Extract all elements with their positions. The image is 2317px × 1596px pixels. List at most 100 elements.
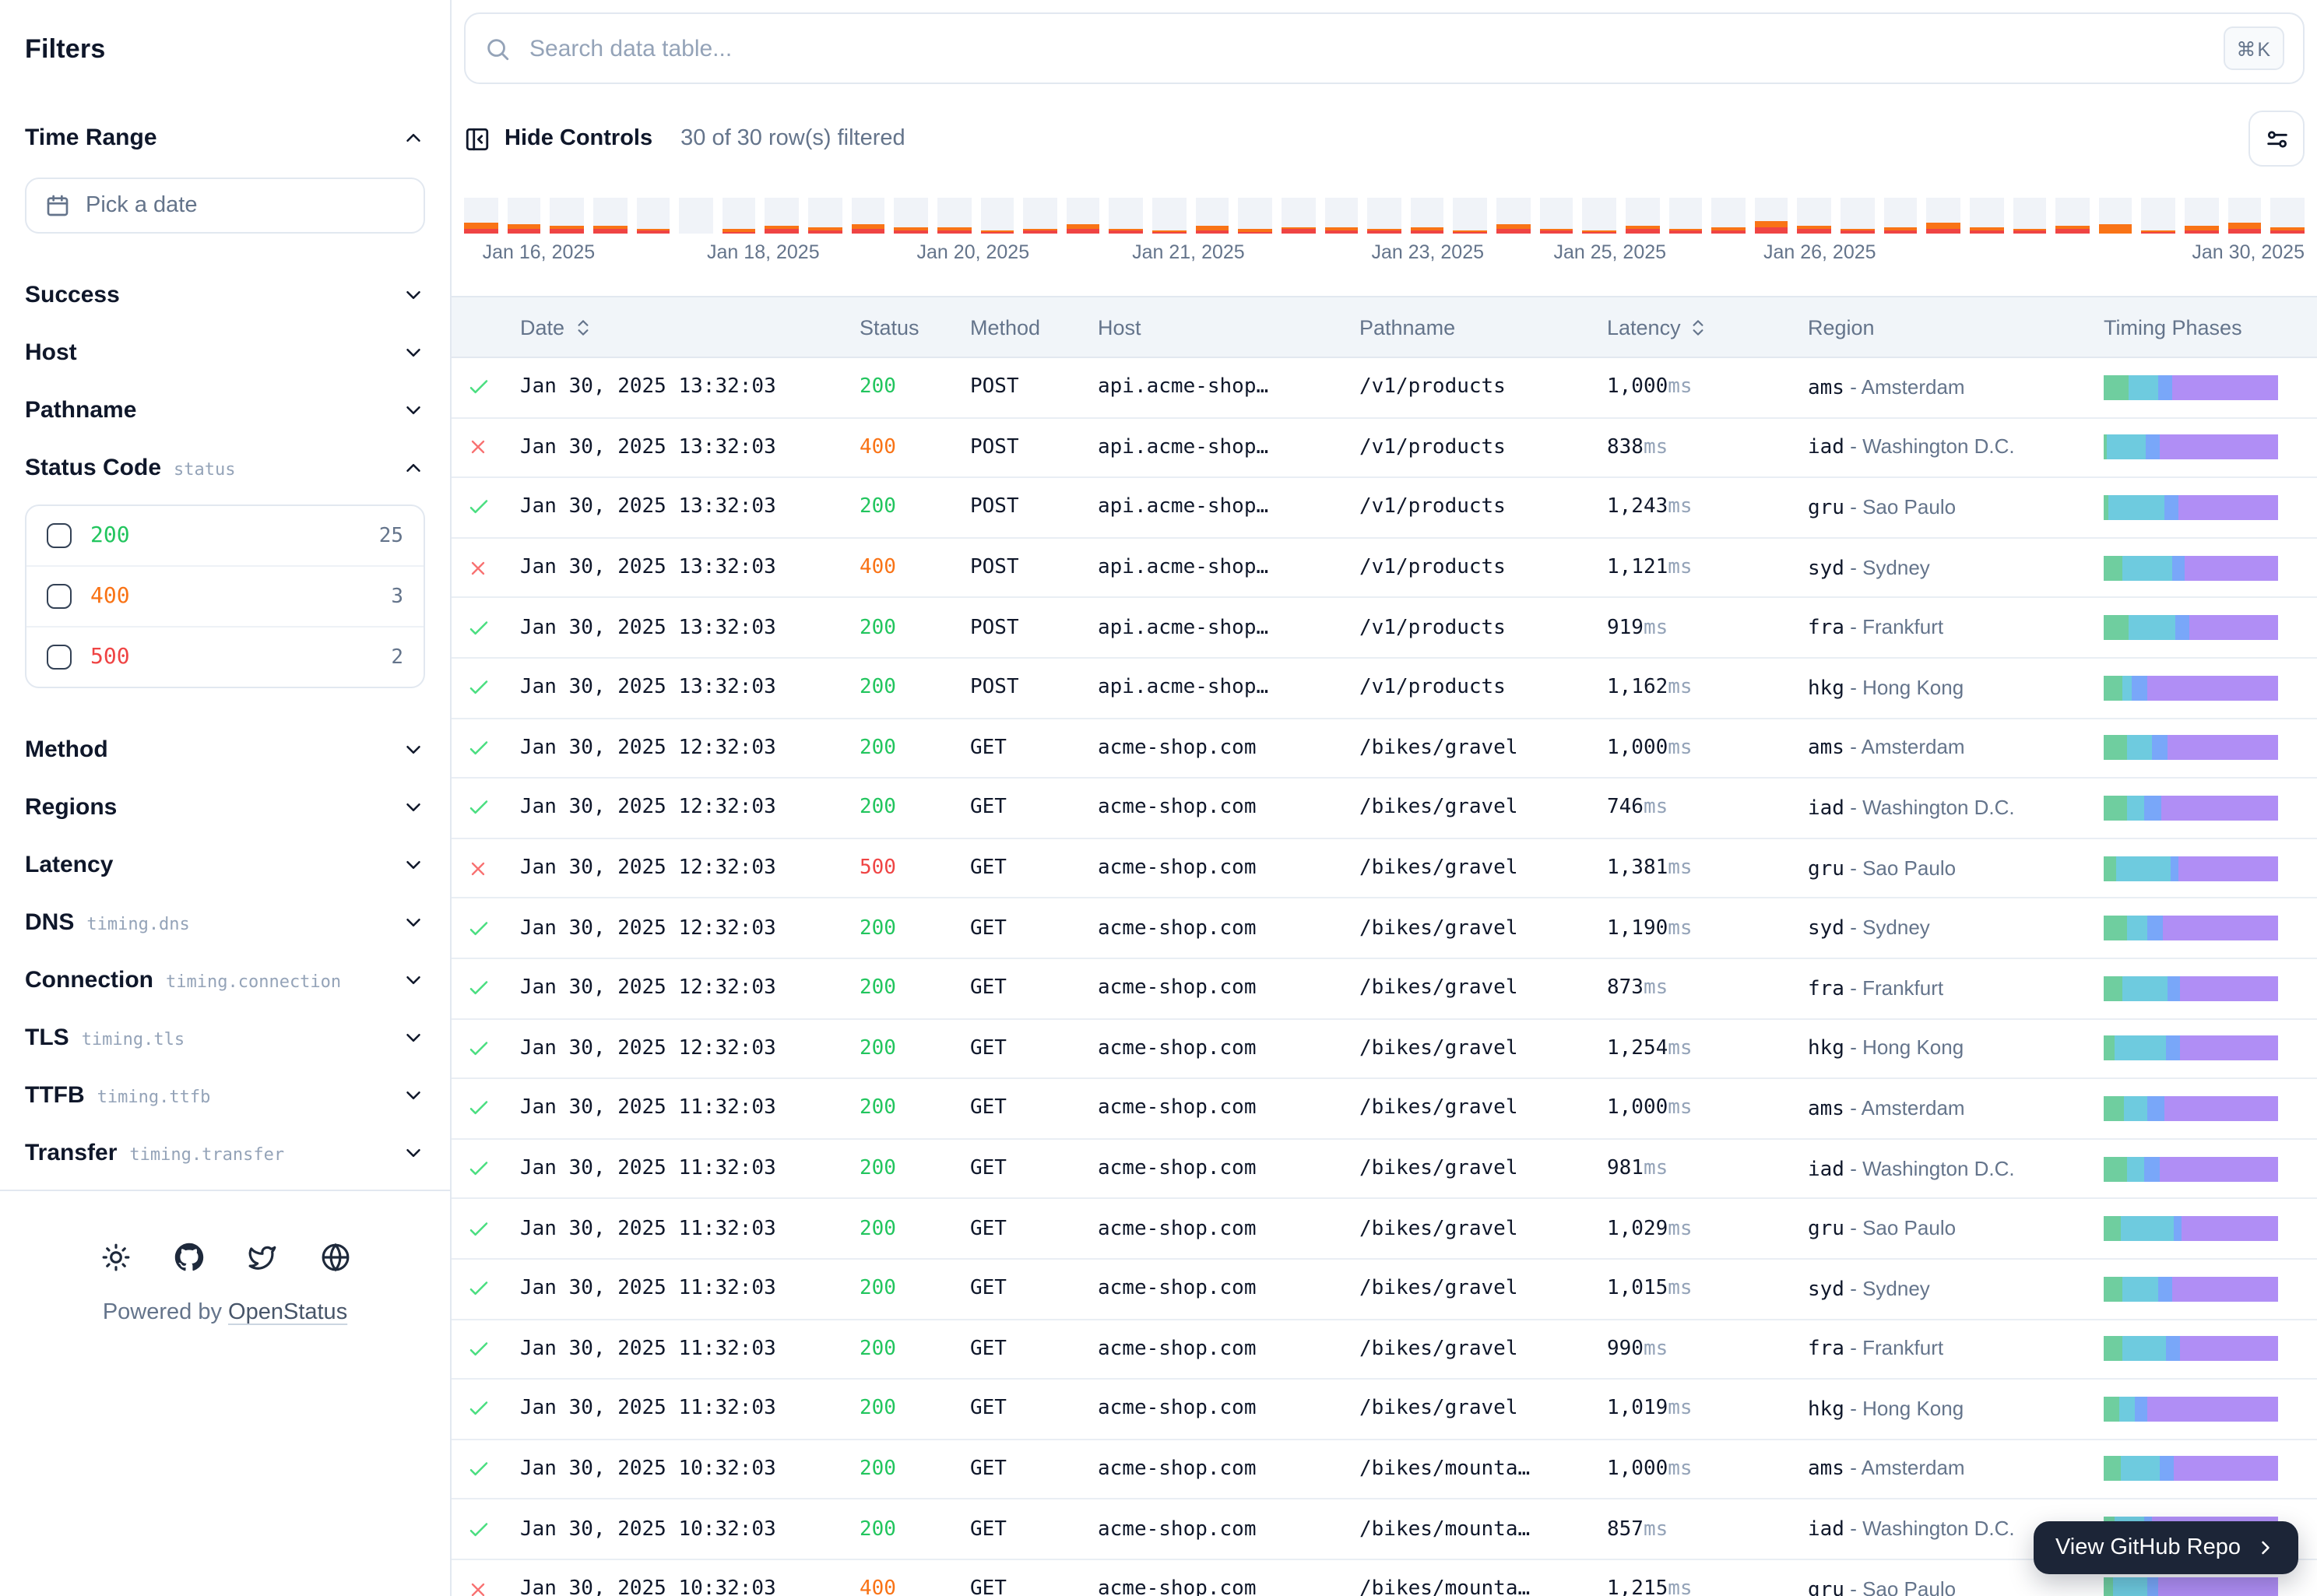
checkbox[interactable] [47,584,72,609]
column-header-date[interactable]: Date [520,315,860,339]
twitter-icon[interactable] [246,1241,277,1272]
section-label: Status Code [25,454,161,480]
histogram-bar [1883,198,1917,234]
cell-method: GET [970,1457,1098,1481]
timing-phases-bar [2104,736,2278,761]
section-success[interactable]: Success [25,279,425,310]
timing-phases-bar [2104,1337,2278,1362]
table-row[interactable]: Jan 30, 2025 11:32:03200GETacme-shop.com… [452,1260,2317,1320]
section-pathname[interactable]: Pathname [25,394,425,425]
section-regions[interactable]: Regions [25,791,425,822]
table-row[interactable]: Jan 30, 2025 12:32:03200GETacme-shop.com… [452,1019,2317,1079]
section-latency[interactable]: Latency [25,849,425,880]
theme-sun-icon[interactable] [100,1241,131,1272]
histogram-bar [1109,198,1143,234]
success-check-icon [452,916,520,940]
success-check-icon [452,496,520,519]
date-picker-button[interactable]: Pick a date [25,178,425,234]
cell-date: Jan 30, 2025 11:32:03 [520,1338,860,1361]
section-ttfb[interactable]: TTFBtiming.ttfb [25,1079,425,1110]
section-time-range[interactable]: Time Range [25,121,425,153]
cell-method: GET [970,976,1098,1000]
requests-table: Date Status Method Host Pathname Latency… [452,296,2317,1596]
section-method[interactable]: Method [25,733,425,765]
timing-phases-bar [2104,1156,2278,1181]
cell-method: GET [970,1097,1098,1120]
section-tls[interactable]: TLStiming.tls [25,1021,425,1053]
table-row[interactable]: Jan 30, 2025 10:32:03200GETacme-shop.com… [452,1440,2317,1499]
table-row[interactable]: Jan 30, 2025 12:32:03200GETacme-shop.com… [452,959,2317,1019]
histogram-bar [1411,198,1444,234]
table-row[interactable]: Jan 30, 2025 13:32:03400POSTapi.acme-sho… [452,539,2317,599]
column-header-timing-phases: Timing Phases [2104,315,2317,339]
table-row[interactable]: Jan 30, 2025 13:32:03200POSTapi.acme-sho… [452,659,2317,719]
cell-host: api.acme-shop… [1098,496,1359,519]
table-row[interactable]: Jan 30, 2025 11:32:03200GETacme-shop.com… [452,1139,2317,1199]
checkbox[interactable] [47,645,72,670]
cell-latency: 1,000ms [1607,1457,1808,1481]
histogram-bar [1496,198,1530,234]
histogram-bar [1668,198,1702,234]
column-header-host: Host [1098,315,1359,339]
table-row[interactable]: Jan 30, 2025 11:32:03200GETacme-shop.com… [452,1380,2317,1440]
section-host[interactable]: Host [25,336,425,367]
search-icon [484,35,511,62]
table-row[interactable]: Jan 30, 2025 12:32:03200GETacme-shop.com… [452,719,2317,779]
table-row[interactable]: Jan 30, 2025 13:32:03200POSTapi.acme-sho… [452,478,2317,538]
status-code-count: 2 [391,645,403,669]
cell-status: 200 [860,376,970,399]
status-code-count: 3 [391,585,403,608]
table-row[interactable]: Jan 30, 2025 12:32:03200GETacme-shop.com… [452,779,2317,838]
section-label: Connection [25,966,153,993]
cell-status: 200 [860,1097,970,1120]
openstatus-link[interactable]: OpenStatus [228,1300,347,1325]
status-filter-option-400[interactable]: 4003 [26,565,424,626]
sidebar-title: Filters [25,0,425,65]
cell-region: hkg - Hong Kong [1808,676,2104,701]
section-dns[interactable]: DNStiming.dns [25,906,425,937]
checkbox[interactable] [47,523,72,548]
cell-date: Jan 30, 2025 12:32:03 [520,856,860,880]
table-row[interactable]: Jan 30, 2025 13:32:03400POSTapi.acme-sho… [452,418,2317,478]
cell-pathname: /bikes/gravel [1359,976,1607,1000]
column-header-latency[interactable]: Latency [1607,315,1808,339]
cell-host: acme-shop.com [1098,1277,1359,1300]
section-transfer[interactable]: Transfertiming.transfer [25,1137,425,1168]
chevron-up-icon [402,455,425,479]
error-x-icon [452,857,520,879]
cell-status: 200 [860,796,970,820]
histogram-bar [1798,198,1831,234]
table-row[interactable]: Jan 30, 2025 12:32:03200GETacme-shop.com… [452,899,2317,959]
github-icon[interactable] [173,1241,204,1272]
table-row[interactable]: Jan 30, 2025 13:32:03200POSTapi.acme-sho… [452,599,2317,659]
cell-host: api.acme-shop… [1098,616,1359,639]
section-status-code[interactable]: Status Code status [25,452,425,483]
axis-date-label: Jan 18, 2025 [707,241,820,263]
table-row[interactable]: Jan 30, 2025 11:32:03200GETacme-shop.com… [452,1200,2317,1260]
table-body: Jan 30, 2025 13:32:03200POSTapi.acme-sho… [452,358,2317,1596]
axis-date-label: Jan 16, 2025 [483,241,596,263]
status-filter-option-500[interactable]: 5002 [26,626,424,687]
table-row[interactable]: Jan 30, 2025 13:32:03200POSTapi.acme-sho… [452,358,2317,418]
cell-timing-phases [2104,495,2317,520]
histogram-bar [679,198,712,234]
date-histogram[interactable] [464,198,2305,234]
globe-icon[interactable] [319,1241,350,1272]
table-row[interactable]: Jan 30, 2025 11:32:03200GETacme-shop.com… [452,1320,2317,1380]
table-row[interactable]: Jan 30, 2025 12:32:03500GETacme-shop.com… [452,839,2317,899]
search-input[interactable] [526,33,2208,63]
view-github-repo-button[interactable]: View GitHub Repo [2034,1521,2298,1574]
cell-date: Jan 30, 2025 13:32:03 [520,677,860,700]
table-row[interactable]: Jan 30, 2025 11:32:03200GETacme-shop.com… [452,1079,2317,1139]
section-label: Latency [25,851,113,877]
timing-phases-bar [2104,856,2278,881]
cell-method: GET [970,1157,1098,1180]
hide-controls-button[interactable]: Hide Controls [464,125,652,152]
status-filter-option-200[interactable]: 20025 [26,506,424,565]
cell-region: hkg - Hong Kong [1808,1036,2104,1061]
cell-status: 400 [860,556,970,579]
histogram-bar [2142,198,2175,234]
section-label: Time Range [25,124,157,150]
section-connection[interactable]: Connectiontiming.connection [25,964,425,995]
view-options-button[interactable] [2248,111,2305,167]
